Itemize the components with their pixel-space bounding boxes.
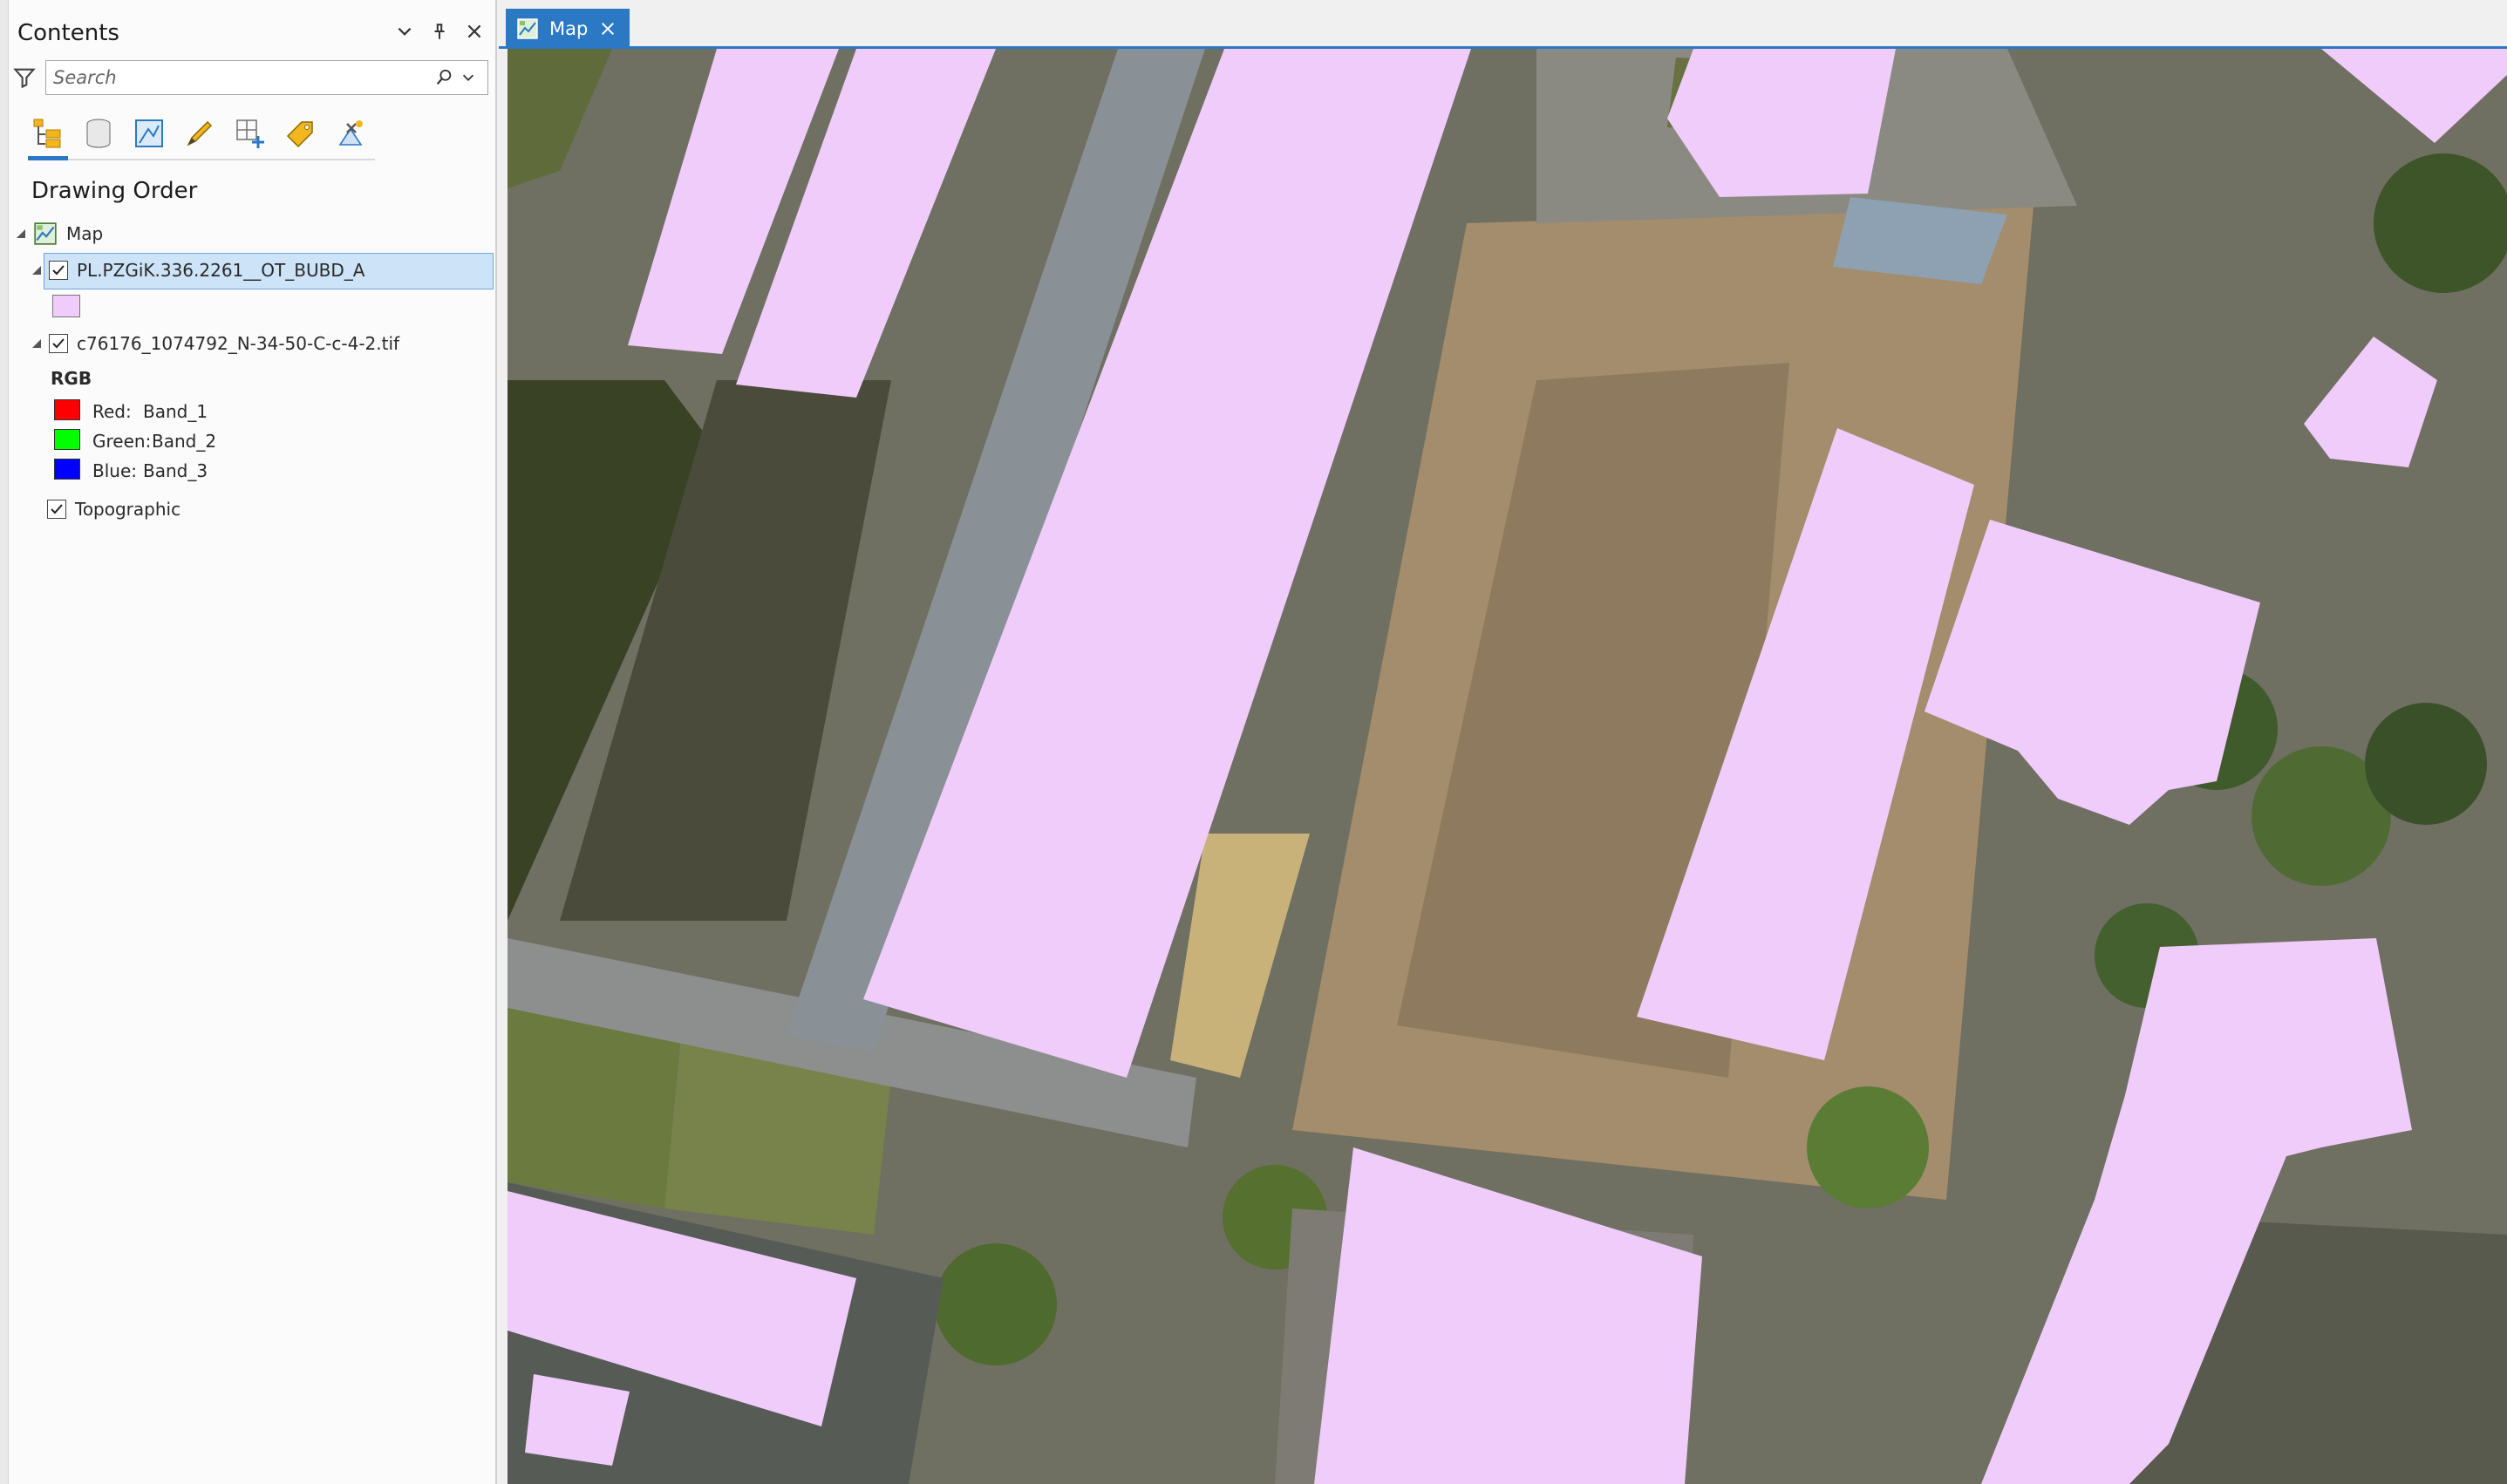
view-tab-strip: Map <box>499 0 2507 49</box>
layer-name: c76176_1074792_N-34-50-C-c-4-2.tif <box>77 333 400 354</box>
close-icon[interactable] <box>462 19 487 44</box>
rgb-legend-title: RGB <box>51 368 92 389</box>
tree <box>2374 153 2507 293</box>
list-by-snapping-icon[interactable] <box>234 113 267 153</box>
red-band-value: Band_1 <box>143 401 208 422</box>
tree <box>1807 1086 1929 1208</box>
close-tab-icon[interactable] <box>598 19 617 38</box>
tree <box>935 1243 1057 1365</box>
list-by-drawing-order-icon[interactable] <box>28 113 68 160</box>
layer-name: PL.PZGiK.336.2261__OT_BUBD_A <box>77 260 365 281</box>
contents-toolbar <box>28 108 375 160</box>
search-row <box>10 59 488 96</box>
layer-row-basemap[interactable]: Topographic <box>47 499 181 520</box>
layer-row-buildings[interactable]: PL.PZGiK.336.2261__OT_BUBD_A <box>30 260 364 281</box>
layer-name: Topographic <box>75 499 181 520</box>
map-canvas[interactable] <box>508 49 2507 1484</box>
list-by-data-source-icon[interactable] <box>82 113 115 153</box>
map-view[interactable] <box>508 49 2507 1484</box>
layer-visibility-checkbox[interactable] <box>47 500 66 519</box>
collapse-triangle-icon[interactable] <box>14 227 28 241</box>
map-icon <box>517 18 538 39</box>
layer-visibility-checkbox[interactable] <box>49 261 68 280</box>
red-band-label: Red: <box>92 401 132 422</box>
list-by-perspective-imagery-icon[interactable] <box>335 113 368 153</box>
blue-band-label: Blue: <box>92 460 137 481</box>
tab-map[interactable]: Map <box>506 9 630 49</box>
red-band-swatch <box>54 399 80 420</box>
green-band-swatch <box>54 429 80 450</box>
collapse-triangle-icon[interactable] <box>30 263 44 277</box>
arcgis-window: Contents Search Drawing Order Map PL.PZG… <box>0 0 2507 1484</box>
polygon-symbol-swatch[interactable] <box>52 295 80 317</box>
search-options-chevron-icon[interactable] <box>456 65 480 90</box>
tree <box>2365 703 2487 825</box>
drawing-order-heading: Drawing Order <box>31 178 198 204</box>
tree-node-map[interactable]: Map <box>14 221 103 246</box>
blue-band-value: Band_3 <box>143 460 208 481</box>
list-by-labeling-icon[interactable] <box>284 113 317 153</box>
tab-map-label: Map <box>549 18 589 39</box>
map-icon <box>34 222 57 245</box>
layer-visibility-checkbox[interactable] <box>49 334 68 353</box>
map-node-label: Map <box>66 223 104 244</box>
search-input[interactable] <box>53 67 432 88</box>
contents-title: Contents <box>17 20 119 46</box>
green-band-value: Band_2 <box>152 431 217 452</box>
filter-icon[interactable] <box>10 64 38 92</box>
list-by-selection-icon[interactable] <box>133 113 166 153</box>
pin-icon[interactable] <box>427 19 452 44</box>
pane-controls <box>392 19 487 44</box>
green-band-label: Green: <box>92 431 152 452</box>
pane-edge <box>0 0 9 1484</box>
search-icon[interactable] <box>432 65 456 90</box>
contents-pane: Contents Search Drawing Order Map PL.PZG… <box>0 0 497 1484</box>
pane-options-chevron-icon[interactable] <box>392 19 417 44</box>
search-box <box>45 60 488 95</box>
list-by-editing-icon[interactable] <box>183 113 216 153</box>
layer-row-raster[interactable]: c76176_1074792_N-34-50-C-c-4-2.tif <box>30 333 399 354</box>
collapse-triangle-icon[interactable] <box>30 337 44 351</box>
blue-band-swatch <box>54 459 80 480</box>
